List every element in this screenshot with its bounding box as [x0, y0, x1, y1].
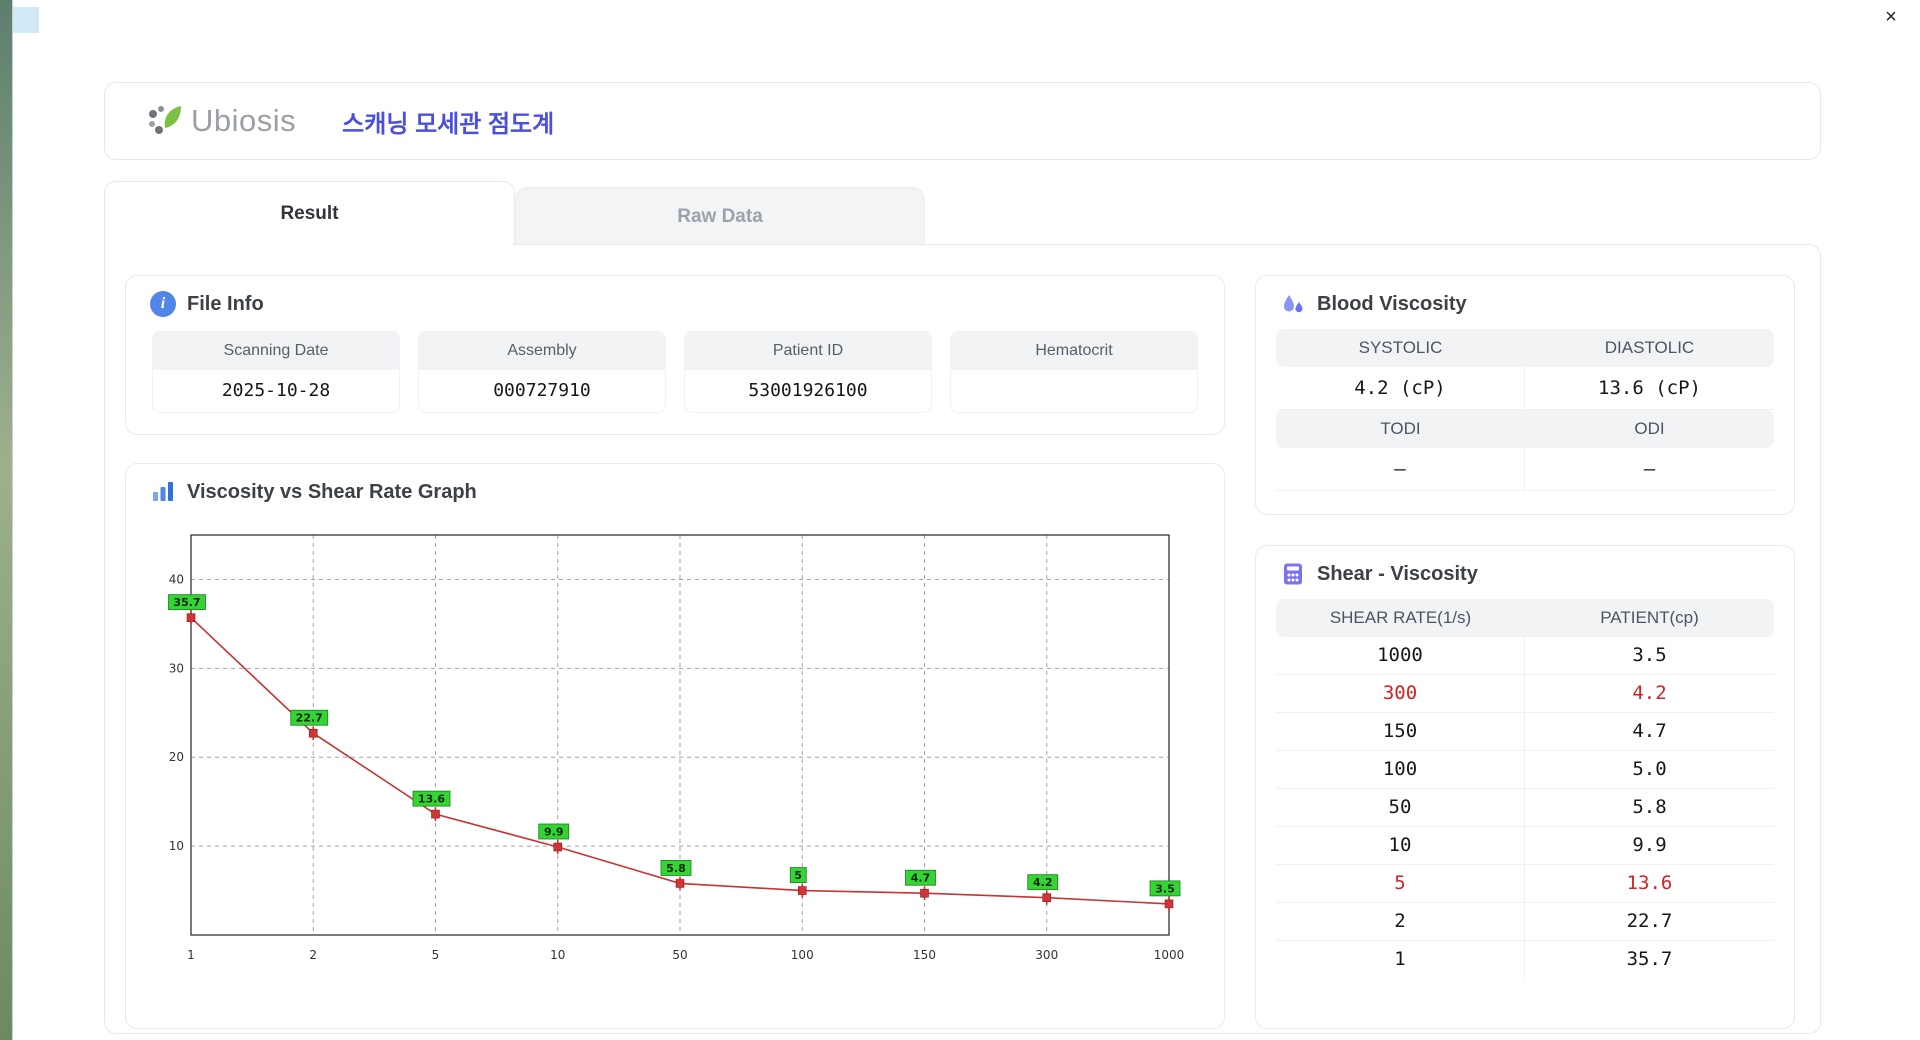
info-icon: i — [150, 291, 176, 317]
file-info-title: File Info — [187, 293, 264, 316]
field-label: Hematocrit — [951, 332, 1197, 370]
bv-header-diastolic: DIASTOLIC — [1525, 329, 1774, 367]
field-patient-id: Patient ID 53001926100 — [684, 331, 932, 413]
svg-text:150: 150 — [913, 948, 936, 962]
svg-text:40: 40 — [169, 572, 184, 586]
sv-cell-shear: 2 — [1276, 903, 1525, 940]
app-window: × Ubiosis 스캐닝 모세관 점도계 Result Raw Data i … — [12, 0, 1920, 1040]
field-value: 000727910 — [419, 370, 665, 412]
svg-text:30: 30 — [169, 661, 184, 675]
table-row: 2 22.7 — [1276, 903, 1774, 941]
table-row: 1 35.7 — [1276, 941, 1774, 978]
content-card: i File Info Scanning Date 2025-10-28 Ass… — [104, 244, 1821, 1034]
sv-cell-patient: 5.0 — [1525, 751, 1774, 788]
brand-text: Ubiosis — [191, 103, 296, 139]
field-hematocrit: Hematocrit — [950, 331, 1198, 413]
shear-viscosity-card: Shear - Viscosity SHEAR RATE(1/s) PATIEN… — [1255, 545, 1795, 1029]
page-title: 스캐닝 모세관 점도계 — [342, 104, 554, 139]
close-icon[interactable]: × — [1878, 4, 1904, 30]
blood-viscosity-title: Blood Viscosity — [1317, 293, 1467, 316]
sv-cell-shear: 150 — [1276, 713, 1525, 750]
sv-cell-patient: 9.9 — [1525, 827, 1774, 864]
bv-header-todi: TODI — [1276, 410, 1525, 448]
bar-chart-icon — [150, 479, 176, 505]
svg-text:50: 50 — [672, 948, 687, 962]
shear-viscosity-title: Shear - Viscosity — [1317, 563, 1478, 586]
svg-text:100: 100 — [791, 948, 814, 962]
field-label: Patient ID — [685, 332, 931, 370]
field-label: Assembly — [419, 332, 665, 370]
sv-cell-shear: 300 — [1276, 675, 1525, 712]
sv-cell-patient: 35.7 — [1525, 941, 1774, 978]
svg-text:22.7: 22.7 — [296, 712, 323, 725]
calculator-icon — [1280, 561, 1306, 587]
svg-text:3.5: 3.5 — [1155, 882, 1175, 895]
table-row: 5 13.6 — [1276, 865, 1774, 903]
viscosity-chart: 10 20 30 40 1 2 5 10 50 100 150 300 1000 35.7 22.7 13.6… — [147, 517, 1203, 991]
shear-viscosity-table: SHEAR RATE(1/s) PATIENT(cp) 1000 3.5 300… — [1256, 597, 1794, 978]
svg-text:10: 10 — [169, 839, 184, 853]
svg-text:5.8: 5.8 — [666, 862, 686, 875]
graph-card: Viscosity vs Shear Rate Graph 10 20 30 40 1 2… — [125, 463, 1225, 1029]
bv-value-systolic: 4.2 (cP) — [1276, 367, 1525, 410]
svg-text:1: 1 — [187, 948, 195, 962]
sv-cell-shear: 5 — [1276, 865, 1525, 902]
graph-title: Viscosity vs Shear Rate Graph — [187, 481, 477, 504]
ubiosis-logo-icon — [145, 102, 185, 140]
blood-viscosity-table: SYSTOLIC DIASTOLIC 4.2 (cP) 13.6 (cP) TO… — [1256, 327, 1794, 491]
sv-cell-patient: 13.6 — [1525, 865, 1774, 902]
sv-cell-shear: 1000 — [1276, 637, 1525, 674]
ubiosis-logo: Ubiosis — [145, 102, 296, 140]
tab-result[interactable]: Result — [104, 181, 515, 246]
droplets-icon — [1280, 291, 1306, 317]
field-value: 53001926100 — [685, 370, 931, 412]
svg-text:1000: 1000 — [1154, 948, 1185, 962]
table-row: 50 5.8 — [1276, 789, 1774, 827]
blood-viscosity-card: Blood Viscosity SYSTOLIC DIASTOLIC 4.2 (… — [1255, 275, 1795, 515]
tab-raw-data[interactable]: Raw Data — [515, 187, 925, 245]
sv-cell-patient: 3.5 — [1525, 637, 1774, 674]
sv-cell-patient: 4.7 — [1525, 713, 1774, 750]
sv-cell-patient: 5.8 — [1525, 789, 1774, 826]
sv-header-shear-rate: SHEAR RATE(1/s) — [1276, 599, 1525, 637]
sv-cell-patient: 4.2 — [1525, 675, 1774, 712]
sv-cell-shear: 10 — [1276, 827, 1525, 864]
table-row: 1000 3.5 — [1276, 637, 1774, 675]
svg-text:4.2: 4.2 — [1033, 876, 1053, 889]
table-row: 10 9.9 — [1276, 827, 1774, 865]
svg-text:13.6: 13.6 — [418, 793, 445, 806]
header-card: Ubiosis 스캐닝 모세관 점도계 — [104, 82, 1821, 160]
table-row: 150 4.7 — [1276, 713, 1774, 751]
window-accent — [13, 7, 39, 33]
svg-text:10: 10 — [550, 948, 565, 962]
field-scanning-date: Scanning Date 2025-10-28 — [152, 331, 400, 413]
svg-text:300: 300 — [1035, 948, 1058, 962]
field-assembly: Assembly 000727910 — [418, 331, 666, 413]
bv-value-diastolic: 13.6 (cP) — [1525, 367, 1774, 410]
sv-cell-shear: 100 — [1276, 751, 1525, 788]
sv-cell-patient: 22.7 — [1525, 903, 1774, 940]
file-info-card: i File Info Scanning Date 2025-10-28 Ass… — [125, 275, 1225, 435]
table-row: 100 5.0 — [1276, 751, 1774, 789]
bv-header-systolic: SYSTOLIC — [1276, 329, 1525, 367]
file-info-fields: Scanning Date 2025-10-28 Assembly 000727… — [126, 327, 1224, 413]
bv-header-odi: ODI — [1525, 410, 1774, 448]
field-value: 2025-10-28 — [153, 370, 399, 412]
svg-text:9.9: 9.9 — [544, 826, 564, 839]
svg-text:4.7: 4.7 — [911, 872, 931, 885]
sv-cell-shear: 1 — [1276, 941, 1525, 978]
svg-text:35.7: 35.7 — [173, 596, 200, 609]
bv-value-todi: – — [1276, 448, 1525, 491]
svg-text:5: 5 — [432, 948, 440, 962]
sv-cell-shear: 50 — [1276, 789, 1525, 826]
svg-text:20: 20 — [169, 750, 184, 764]
field-label: Scanning Date — [153, 332, 399, 370]
field-value — [951, 370, 1197, 412]
table-row: 300 4.2 — [1276, 675, 1774, 713]
bv-value-odi: – — [1525, 448, 1774, 491]
sv-header-patient: PATIENT(cp) — [1525, 599, 1774, 637]
svg-text:5: 5 — [794, 869, 802, 882]
svg-text:2: 2 — [309, 948, 317, 962]
